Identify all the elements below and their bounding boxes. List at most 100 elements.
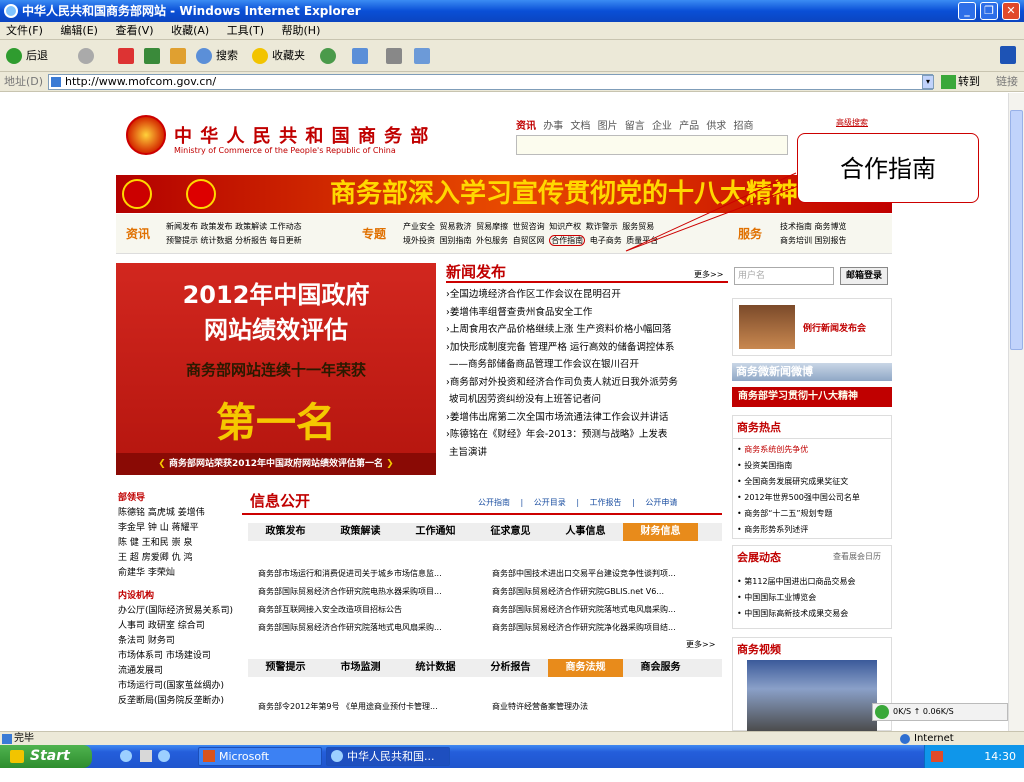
nav-expo[interactable]: 商务博览 xyxy=(815,222,847,231)
site-search-input[interactable] xyxy=(516,135,788,155)
ie-quicklaunch-icon[interactable] xyxy=(120,750,132,762)
taskbar-item-powerpoint[interactable]: Microsoft PowerPo... xyxy=(198,747,322,780)
tab-statistics[interactable]: 统计数据 xyxy=(398,659,473,677)
tab-work-notice[interactable]: 工作通知 xyxy=(398,523,473,541)
start-button[interactable]: Start xyxy=(0,745,92,768)
desktop-quicklaunch-icon[interactable] xyxy=(140,750,152,762)
search-tab-images[interactable]: 图片 xyxy=(598,121,618,132)
menu-file[interactable]: 文件(F) xyxy=(6,24,43,37)
nav-warnings[interactable]: 预警提示 xyxy=(166,236,198,245)
maximize-button[interactable]: ❐ xyxy=(980,2,998,20)
nav-daily-update[interactable]: 每日更新 xyxy=(270,236,302,245)
search-tab-investment[interactable]: 招商 xyxy=(734,121,754,132)
nav-analysis[interactable]: 分析报告 xyxy=(235,236,267,245)
news-item[interactable]: ›姜增伟出席第二次全国市场流通法律工作会议并讲话 xyxy=(446,409,728,427)
favorites-button[interactable]: 收藏夹 xyxy=(252,47,305,65)
press-conference-box[interactable]: 例行新闻发布会 xyxy=(732,298,892,356)
media-quicklaunch-icon[interactable] xyxy=(158,750,170,762)
nav-ip[interactable]: 知识产权 xyxy=(549,222,581,231)
news-item[interactable]: ›加快形成制度完备 管理严格 运行高效的储备调控体系 xyxy=(446,339,728,357)
news-item[interactable]: ›姜增伟率组督查贵州食品安全工作 xyxy=(446,304,728,322)
nav-trade-remedy[interactable]: 贸易救济 xyxy=(440,222,472,231)
leaders-row[interactable]: 李金早 钟 山 蒋耀平 xyxy=(118,521,230,536)
news-item[interactable]: 坡司机因劳资纠纷没有上班答记者问 xyxy=(446,391,728,409)
tab-personnel[interactable]: 人事信息 xyxy=(548,523,623,541)
info-link-catalog[interactable]: 公开目录 xyxy=(534,498,566,507)
tab-policy-interp[interactable]: 政策解读 xyxy=(323,523,398,541)
scrollbar-thumb[interactable] xyxy=(1010,110,1023,350)
home-button[interactable] xyxy=(170,47,186,65)
next-arrow-icon[interactable]: ❯ xyxy=(383,459,394,469)
search-tab-supply[interactable]: 供求 xyxy=(706,121,726,132)
nav-trade-friction[interactable]: 贸易摩擦 xyxy=(476,222,508,231)
info-link-apply[interactable]: 公开申请 xyxy=(645,498,677,507)
tab-consultation[interactable]: 征求意见 xyxy=(473,523,548,541)
nav-statistics[interactable]: 统计数据 xyxy=(201,236,233,245)
leaders-row[interactable]: 王 超 房爱卿 仇 鸿 xyxy=(118,551,230,566)
dept-row[interactable]: 市场体系司 市场建设司 xyxy=(118,649,230,664)
close-button[interactable]: ✕ xyxy=(1002,2,1020,20)
leaders-row[interactable]: 陈 健 王和民 崇 泉 xyxy=(118,536,230,551)
print-button[interactable] xyxy=(386,47,402,65)
info-link-guide[interactable]: 公开指南 xyxy=(478,498,510,507)
nav-outbound-invest[interactable]: 境外投资 xyxy=(403,236,435,245)
hot-item[interactable]: • 商务系统创先争优 xyxy=(737,442,887,458)
tab-policy-release[interactable]: 政策发布 xyxy=(248,523,323,541)
info-item[interactable]: 商务部国际贸易经济合作研究院落地式电风扇采购... xyxy=(492,601,722,619)
address-input[interactable]: http://www.mofcom.gov.cn/ xyxy=(48,74,933,90)
dept-row[interactable]: 人事司 政研室 综合司 xyxy=(118,619,230,634)
nav-work-updates[interactable]: 工作动态 xyxy=(270,222,302,231)
dept-row[interactable]: 条法司 财务司 xyxy=(118,634,230,649)
law-item-right[interactable]: 商业特许经营备案管理办法 xyxy=(492,701,588,712)
leaders-row[interactable]: 俞建华 李荣灿 xyxy=(118,566,230,581)
nav-outsourcing[interactable]: 外包服务 xyxy=(476,236,508,245)
nav-country-guide[interactable]: 国别指南 xyxy=(440,236,472,245)
menu-edit[interactable]: 编辑(E) xyxy=(60,24,98,37)
dept-row[interactable]: 办公厅(国际经济贸易关系司) xyxy=(118,604,233,619)
news-item[interactable]: ›商务部对外投资和经济合作司负责人就近日我外派劳务 xyxy=(446,374,728,392)
hot-item[interactable]: • 商务部“十二五”规划专题 xyxy=(737,506,887,522)
info-item[interactable]: 商务部国际贸易经济合作研究院电热水器采购项目... xyxy=(258,583,488,601)
nav-policy-interp[interactable]: 政策解读 xyxy=(235,222,267,231)
hot-item[interactable]: • 全国商务发展研究成果奖征文 xyxy=(737,474,887,490)
news-item[interactable]: ›上周食用农产品价格继续上涨 生产资料价格小幅回落 xyxy=(446,321,728,339)
nav-industry-security[interactable]: 产业安全 xyxy=(403,222,435,231)
hot-item[interactable]: • 商务形势系列述评 xyxy=(737,522,887,538)
study-banner[interactable]: 商务部学习贯彻十八大精神 xyxy=(732,387,892,407)
info-item[interactable]: 商务部国际贸易经济合作研究院GBLIS.net V6... xyxy=(492,583,722,601)
refresh-button[interactable] xyxy=(144,47,160,65)
edit-button[interactable] xyxy=(414,47,430,65)
expo-item[interactable]: • 第112届中国进出口商品交易会 xyxy=(737,574,887,590)
dept-row[interactable]: 市场运行司(国家茧丝绸办) xyxy=(118,679,230,694)
search-tab-services[interactable]: 办事 xyxy=(543,121,563,132)
hot-item[interactable]: • 2012年世界500强中国公司名单 xyxy=(737,490,887,506)
menu-favorites[interactable]: 收藏(A) xyxy=(171,24,209,37)
search-button[interactable]: 搜索 xyxy=(196,47,238,65)
nav-fta-net[interactable]: 自贸区网 xyxy=(513,236,545,245)
forward-button[interactable] xyxy=(78,47,94,65)
feature-image[interactable]: 2012年中国政府 网站绩效评估 商务部网站连续十一年荣获 第一名 ❮ 商务部网… xyxy=(116,263,436,475)
weibo-banner[interactable]: 商务微新闻微博 xyxy=(732,363,892,381)
minimize-button[interactable]: _ xyxy=(958,2,976,20)
search-tab-docs[interactable]: 文档 xyxy=(570,121,590,132)
info-item[interactable]: 商务部中国技术进出口交易平台建设竞争性谈判项... xyxy=(492,565,722,583)
mail-login-button[interactable]: 邮箱登录 xyxy=(840,267,888,285)
tray-icon[interactable] xyxy=(931,751,943,762)
info-item[interactable]: 商务部互联网接入安全改造项目招标公告 xyxy=(258,601,488,619)
dept-row[interactable]: 流通发展司 xyxy=(118,664,230,679)
address-dropdown-button[interactable]: ▾ xyxy=(922,75,934,89)
mail-button[interactable] xyxy=(352,47,368,65)
expo-calendar-link[interactable]: 查看展会日历 xyxy=(833,551,881,562)
news-item[interactable]: ›陈德铭在《财经》年会-2013：预测与战略》上发表 xyxy=(446,426,728,444)
nav-wto-consult[interactable]: 世贸咨询 xyxy=(513,222,545,231)
history-button[interactable] xyxy=(320,47,336,65)
tab-finance[interactable]: 财务信息 xyxy=(623,523,698,541)
tab-warnings[interactable]: 预警提示 xyxy=(248,659,323,677)
nav-cooperation-guide[interactable]: 合作指南 xyxy=(549,235,586,246)
menu-tools[interactable]: 工具(T) xyxy=(227,24,264,37)
nav-news-release[interactable]: 新闻发布 xyxy=(166,222,198,231)
expo-item[interactable]: • 中国国际工业博览会 xyxy=(737,590,887,606)
info-item[interactable]: 商务部市场运行和消费促进司关于城乡市场信息监... xyxy=(258,565,488,583)
info-more-link[interactable]: 更多>> xyxy=(686,639,715,650)
search-tab-news[interactable]: 资讯 xyxy=(516,121,536,132)
